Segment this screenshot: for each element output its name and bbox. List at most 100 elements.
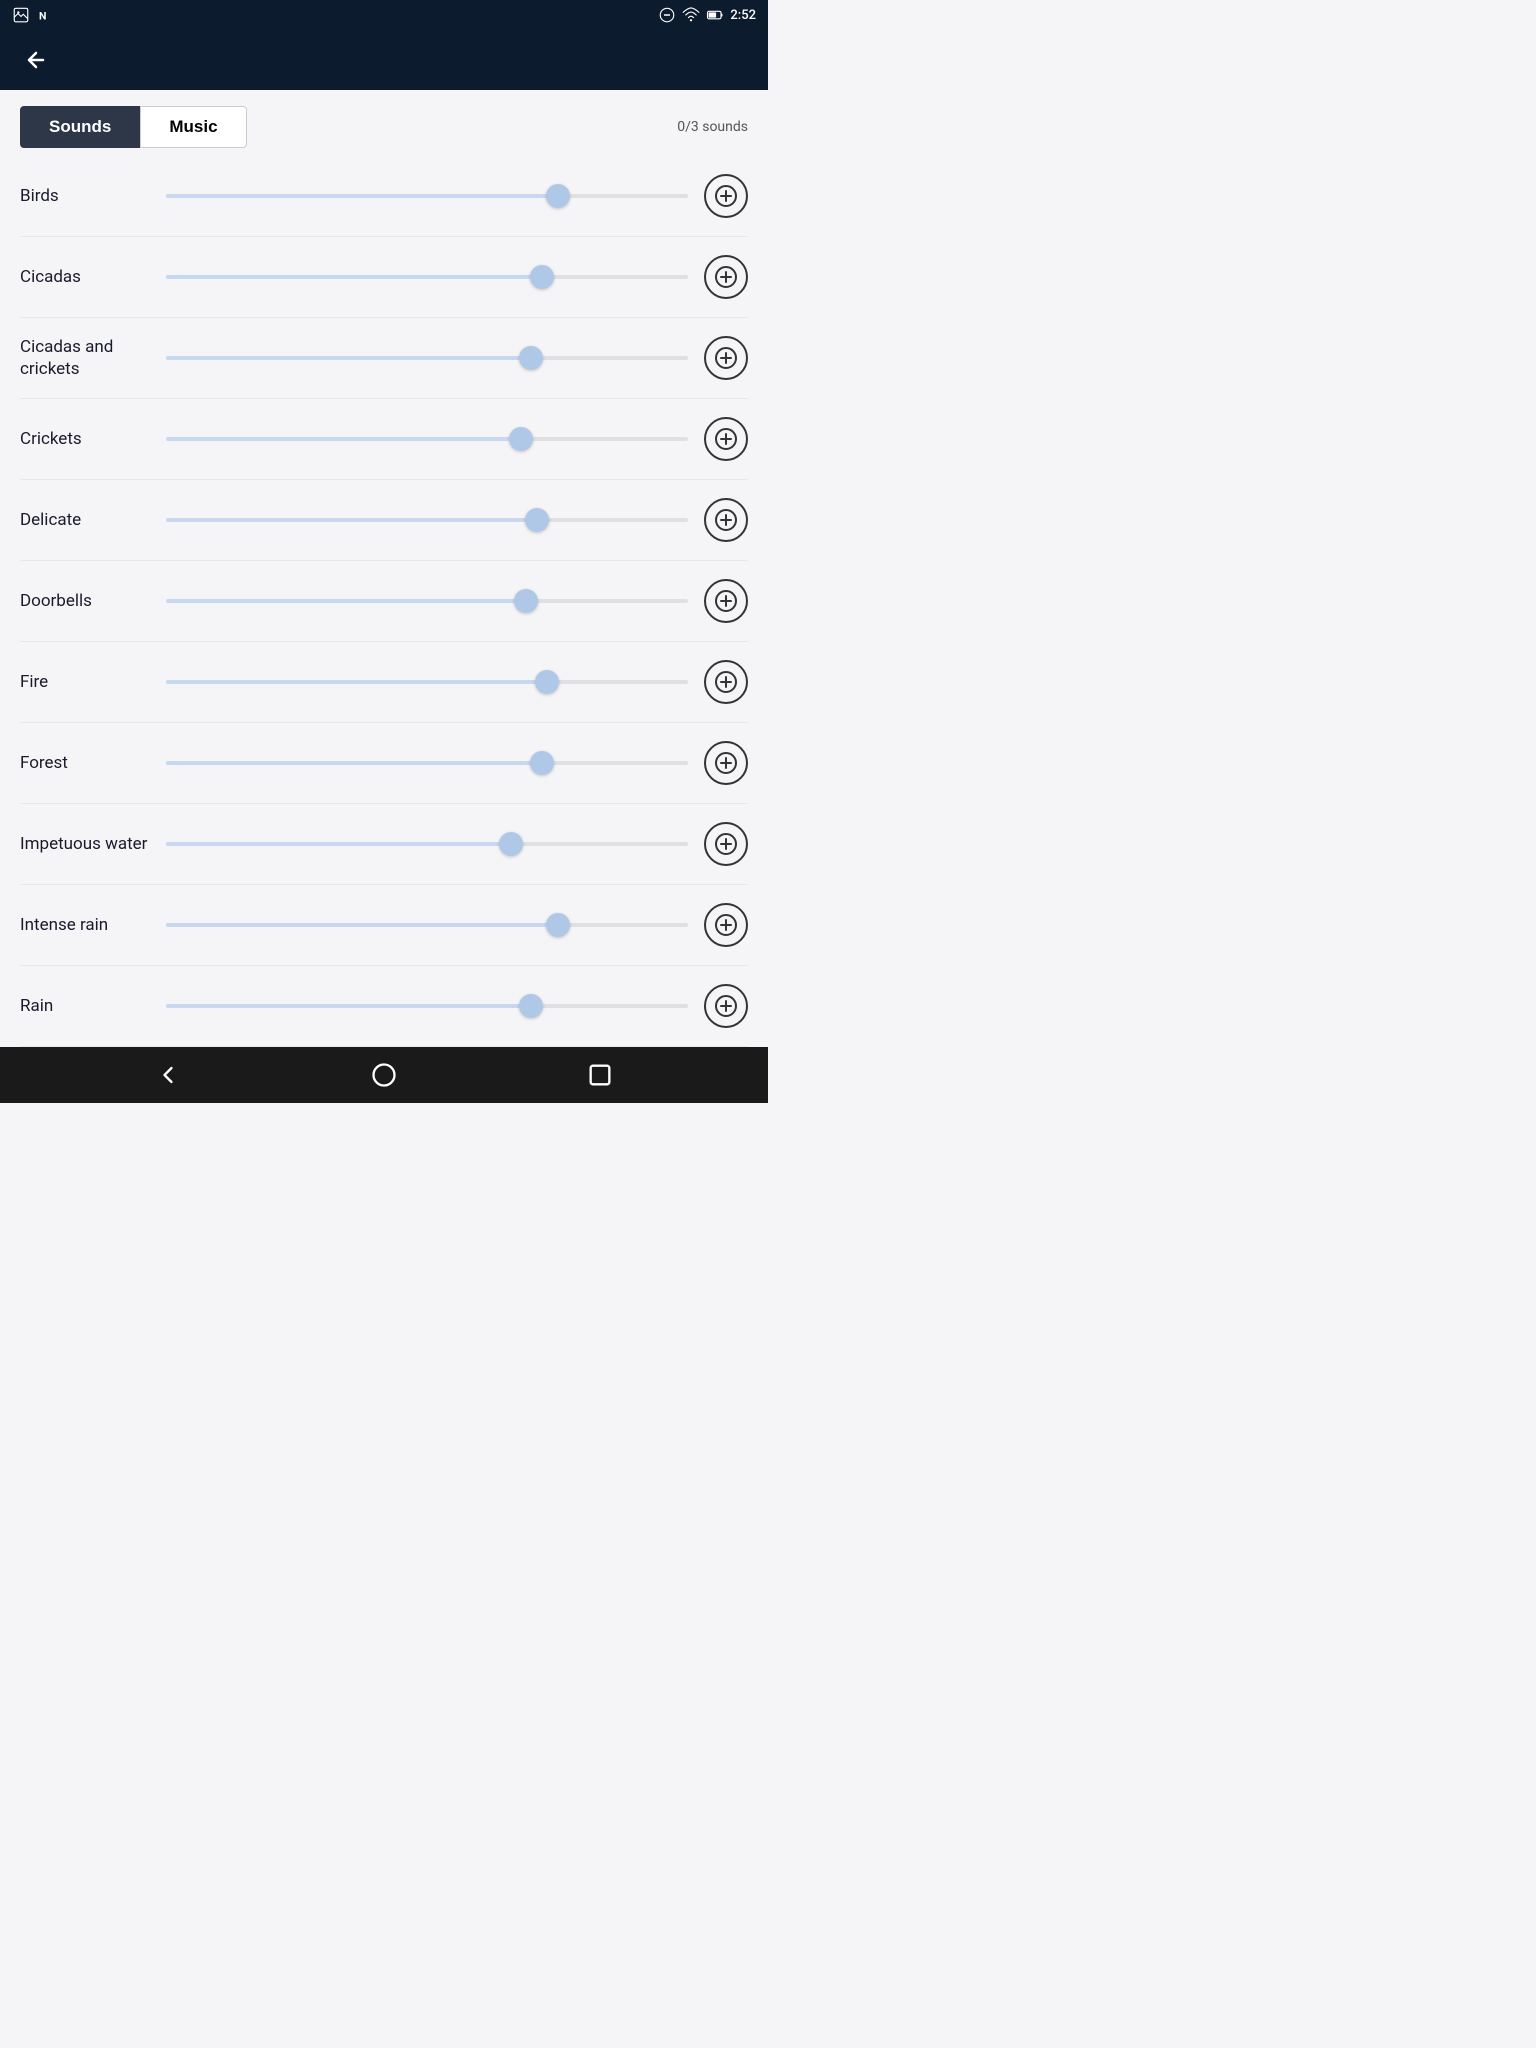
sound-item: Rain [20,966,748,1047]
add-icon [714,184,738,208]
sound-label: Cicadas [20,266,150,288]
sound-label: Crickets [20,428,150,450]
sound-item: Cicadas and crickets [20,318,748,399]
sound-label: Intense rain [20,914,150,936]
slider-fill [166,680,547,684]
back-arrow-icon [24,48,48,72]
add-sound-button[interactable] [704,984,748,1028]
nav-back-button[interactable] [146,1053,190,1097]
dnd-icon [658,6,676,24]
add-icon [714,670,738,694]
sound-item: Doorbells [20,561,748,642]
add-icon [714,589,738,613]
sound-label: Cicadas and crickets [20,336,150,380]
add-icon [714,346,738,370]
notification-icon: N [36,6,54,24]
slider-fill [166,356,531,360]
add-sound-button[interactable] [704,822,748,866]
bottom-nav [0,1047,768,1103]
sound-item: Birds [20,156,748,237]
tab-music[interactable]: Music [140,106,246,148]
slider-fill [166,842,511,846]
slider-thumb [499,832,523,856]
status-bar-left-icons: N [12,6,54,24]
sound-item: Delicate [20,480,748,561]
slider-fill [166,923,558,927]
add-sound-button[interactable] [704,255,748,299]
add-sound-button[interactable] [704,336,748,380]
sound-label: Delicate [20,509,150,531]
app-bar [0,30,768,90]
slider-thumb [519,346,543,370]
slider-fill [166,761,542,765]
slider-fill [166,437,521,441]
slider-thumb [519,994,543,1018]
sound-label: Rain [20,995,150,1017]
slider-thumb [525,508,549,532]
add-icon [714,994,738,1018]
main-content: Sounds Music 0/3 sounds Birds Cicadas [0,90,768,1047]
tab-group: Sounds Music [20,106,247,148]
nav-recents-button[interactable] [578,1053,622,1097]
photo-icon [12,6,30,24]
add-icon [714,913,738,937]
sound-slider-container[interactable] [166,589,688,613]
add-icon [714,832,738,856]
tab-sounds[interactable]: Sounds [20,106,140,148]
sound-slider-container[interactable] [166,994,688,1018]
slider-thumb [530,751,554,775]
nav-home-icon [370,1061,398,1089]
time-display: 2:52 [730,8,756,23]
status-bar: N 2:52 [0,0,768,30]
sound-slider-container[interactable] [166,670,688,694]
sound-label: Forest [20,752,150,774]
slider-thumb [514,589,538,613]
sound-label: Birds [20,185,150,207]
add-sound-button[interactable] [704,417,748,461]
slider-fill [166,599,526,603]
nav-back-icon [154,1061,182,1089]
sounds-counter: 0/3 sounds [677,119,748,135]
nav-home-button[interactable] [362,1053,406,1097]
add-icon [714,751,738,775]
sound-slider-container[interactable] [166,508,688,532]
add-sound-button[interactable] [704,660,748,704]
slider-thumb [546,184,570,208]
sound-slider-container[interactable] [166,832,688,856]
sound-slider-container[interactable] [166,265,688,289]
add-icon [714,427,738,451]
slider-fill [166,275,542,279]
status-bar-right-icons: 2:52 [658,6,756,24]
slider-fill [166,1004,531,1008]
sound-slider-container[interactable] [166,751,688,775]
add-sound-button[interactable] [704,741,748,785]
add-sound-button[interactable] [704,579,748,623]
sound-item: Impetuous water [20,804,748,885]
sound-item: Forest [20,723,748,804]
slider-fill [166,518,537,522]
add-sound-button[interactable] [704,174,748,218]
add-sound-button[interactable] [704,498,748,542]
sound-label: Fire [20,671,150,693]
add-icon [714,265,738,289]
sound-slider-container[interactable] [166,184,688,208]
sound-slider-container[interactable] [166,913,688,937]
tab-header: Sounds Music 0/3 sounds [0,90,768,156]
slider-thumb [530,265,554,289]
svg-text:N: N [39,10,46,23]
slider-thumb [509,427,533,451]
slider-fill [166,194,558,198]
add-icon [714,508,738,532]
back-button[interactable] [16,40,56,80]
sound-list: Birds Cicadas [0,156,768,1047]
sound-slider-container[interactable] [166,427,688,451]
sound-item: Fire [20,642,748,723]
wifi-icon [682,6,700,24]
add-sound-button[interactable] [704,903,748,947]
sound-item: Intense rain [20,885,748,966]
battery-icon [706,6,724,24]
sound-item: Cicadas [20,237,748,318]
nav-recents-icon [586,1061,614,1089]
sound-slider-container[interactable] [166,346,688,370]
sound-label: Doorbells [20,590,150,612]
